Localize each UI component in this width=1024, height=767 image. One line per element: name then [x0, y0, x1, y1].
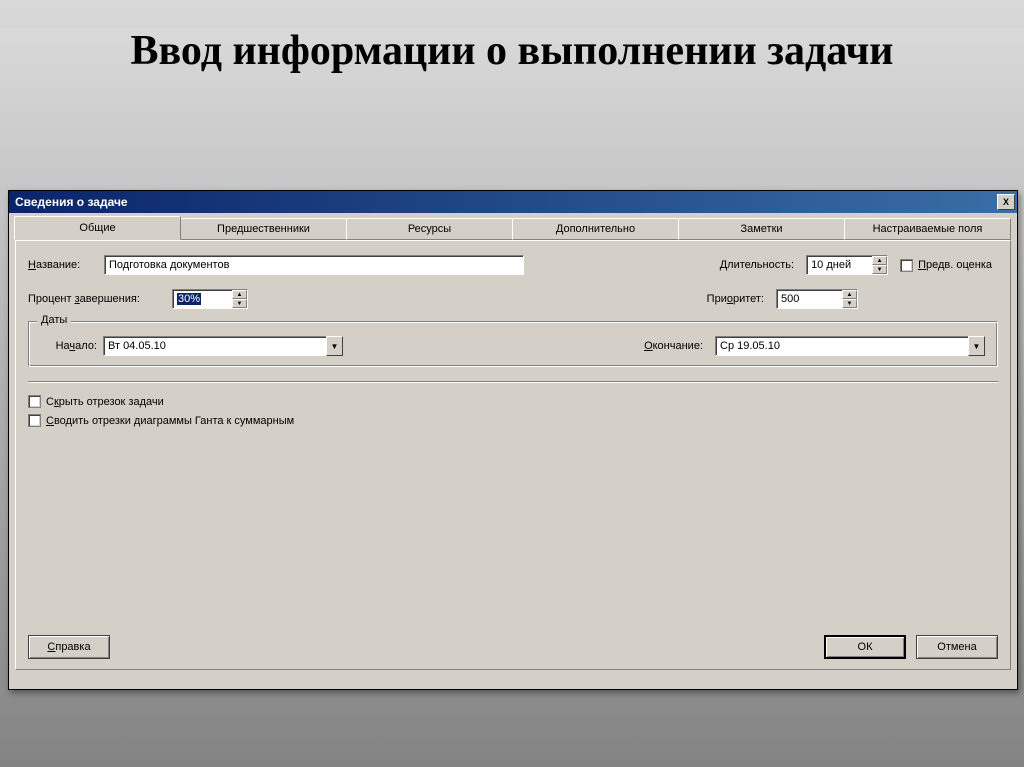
rollup-label: Сводить отрезки диаграммы Ганта к суммар…	[46, 415, 294, 427]
tab-predecessors[interactable]: Предшественники	[180, 218, 347, 240]
percent-complete-input[interactable]: 30%	[172, 289, 232, 309]
priority-spin-down-icon[interactable]: ▼	[842, 299, 857, 308]
duration-spin-up-icon[interactable]: ▲	[872, 256, 887, 265]
divider	[28, 381, 998, 383]
rollup-checkbox[interactable]	[28, 414, 41, 427]
cancel-button[interactable]: Отмена	[916, 635, 998, 659]
tab-custom-fields[interactable]: Настраиваемые поля	[844, 218, 1011, 240]
start-date-dropdown-icon[interactable]: ▼	[326, 336, 343, 356]
help-button[interactable]: Справка	[28, 635, 110, 659]
duration-spinner[interactable]: ▲ ▼	[806, 255, 888, 275]
finish-date-combo[interactable]: ▼	[715, 336, 985, 356]
ok-button[interactable]: ОК	[824, 635, 906, 659]
percent-complete-label: Процент завершения:	[28, 293, 166, 305]
percent-spin-up-icon[interactable]: ▲	[232, 290, 247, 299]
priority-spin-up-icon[interactable]: ▲	[842, 290, 857, 299]
tab-advanced[interactable]: Дополнительно	[512, 218, 679, 240]
start-label: Начало:	[41, 340, 97, 352]
titlebar: Сведения о задаче X	[9, 191, 1017, 213]
name-input[interactable]	[104, 255, 524, 275]
finish-label: Окончание:	[644, 340, 703, 352]
button-row: Справка ОК Отмена	[28, 635, 998, 659]
start-date-input[interactable]	[103, 336, 326, 356]
close-button[interactable]: X	[997, 194, 1015, 210]
hide-bar-checkbox[interactable]	[28, 395, 41, 408]
priority-input[interactable]	[776, 289, 842, 309]
priority-label: Приоритет:	[707, 293, 764, 305]
tab-general[interactable]: Общие	[14, 216, 181, 240]
dates-groupbox: Даты Начало: ▼ Окончание: ▼	[28, 321, 998, 367]
tab-resources[interactable]: Ресурсы	[346, 218, 513, 240]
estimated-checkbox[interactable]	[900, 259, 913, 272]
priority-spinner[interactable]: ▲ ▼	[776, 289, 858, 309]
percent-spin-down-icon[interactable]: ▼	[232, 299, 247, 308]
duration-input[interactable]	[806, 255, 872, 275]
finish-date-dropdown-icon[interactable]: ▼	[968, 336, 985, 356]
tab-notes[interactable]: Заметки	[678, 218, 845, 240]
name-label: Название:	[28, 259, 98, 271]
duration-spin-down-icon[interactable]: ▼	[872, 265, 887, 274]
window-title: Сведения о задаче	[15, 195, 128, 209]
dates-legend: Даты	[37, 314, 71, 326]
tab-strip: Общие Предшественники Ресурсы Дополнител…	[15, 218, 1011, 240]
estimated-label: Предв. оценка	[918, 259, 992, 271]
hide-bar-label: Скрыть отрезок задачи	[46, 396, 164, 408]
percent-complete-spinner[interactable]: 30% ▲ ▼	[172, 289, 248, 309]
slide-title: Ввод информации о выполнении задачи	[40, 28, 984, 74]
start-date-combo[interactable]: ▼	[103, 336, 343, 356]
tab-panel-general: Название: Длительность: ▲ ▼ Предв. оценк…	[15, 240, 1011, 670]
dialog-window: Сведения о задаче X Общие Предшественник…	[8, 190, 1018, 690]
duration-label: Длительность:	[720, 259, 794, 271]
finish-date-input[interactable]	[715, 336, 968, 356]
